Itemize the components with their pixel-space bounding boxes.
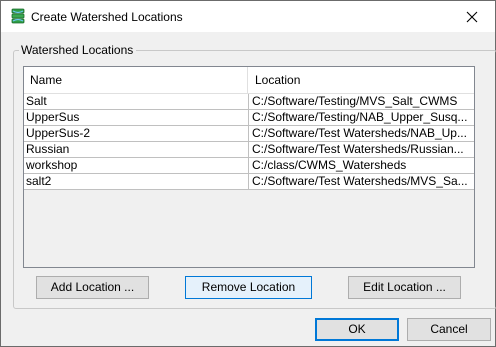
cancel-button[interactable]: Cancel [407, 318, 491, 341]
table-row[interactable]: Salt C:/Software/Testing/MVS_Salt_CWMS [24, 94, 474, 110]
remove-location-button[interactable]: Remove Location [185, 276, 312, 299]
create-watershed-locations-dialog: Create Watershed Locations Watershed Loc… [0, 0, 496, 347]
table-row[interactable]: UpperSus-2 C:/Software/Test Watersheds/N… [24, 126, 474, 142]
table-header: Name Location [24, 67, 474, 94]
ok-button[interactable]: OK [315, 318, 399, 341]
window-title: Create Watershed Locations [31, 10, 183, 24]
cell-location: C:/Software/Test Watersheds/Russian... [252, 142, 464, 156]
cell-location: C:/Software/Testing/MVS_Salt_CWMS [252, 94, 458, 108]
add-location-button[interactable]: Add Location ... [36, 276, 149, 299]
cell-location: C:/Software/Testing/NAB_Upper_Susq... [252, 110, 468, 124]
table-row[interactable]: salt2 C:/Software/Test Watersheds/MVS_Sa… [24, 174, 474, 190]
cell-name: UpperSus [24, 110, 249, 125]
title-bar[interactable]: Create Watershed Locations [1, 1, 495, 32]
cell-name: Salt [24, 94, 249, 109]
cell-name: salt2 [24, 174, 249, 189]
column-header-name[interactable]: Name [24, 67, 248, 93]
cell-name: workshop [24, 158, 249, 173]
table-row[interactable]: Russian C:/Software/Test Watersheds/Russ… [24, 142, 474, 158]
edit-location-button[interactable]: Edit Location ... [348, 276, 461, 299]
cell-location: C:/Software/Test Watersheds/NAB_Up... [252, 126, 467, 140]
table-row[interactable]: workshop C:/class/CWMS_Watersheds [24, 158, 474, 174]
close-icon [466, 11, 478, 23]
close-button[interactable] [449, 1, 495, 32]
table-row[interactable]: UpperSus C:/Software/Testing/NAB_Upper_S… [24, 110, 474, 126]
watershed-app-icon [10, 8, 26, 24]
cell-name: Russian [24, 142, 249, 157]
group-label: Watershed Locations [19, 43, 137, 57]
cell-location: C:/class/CWMS_Watersheds [252, 158, 407, 172]
locations-table[interactable]: Name Location Salt C:/Software/Testing/M… [23, 66, 475, 268]
table-body: Salt C:/Software/Testing/MVS_Salt_CWMS U… [24, 94, 474, 190]
cell-name: UpperSus-2 [24, 126, 249, 141]
column-header-location[interactable]: Location [249, 67, 474, 93]
cell-location: C:/Software/Test Watersheds/MVS_Sa... [252, 174, 468, 188]
